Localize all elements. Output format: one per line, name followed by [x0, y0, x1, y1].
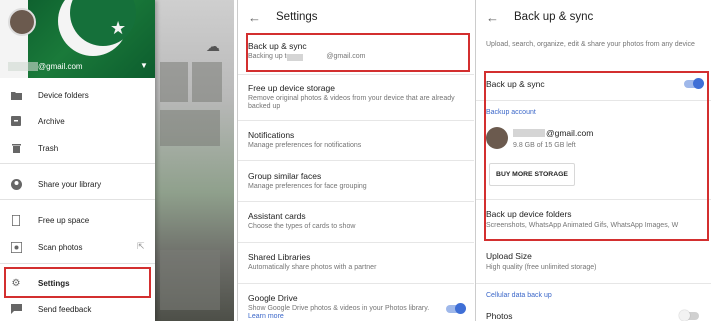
avatar[interactable] — [8, 8, 36, 36]
upload-size-value: High quality (free unlimited storage) — [486, 264, 597, 271]
divider — [0, 263, 155, 264]
phone-icon — [10, 214, 22, 226]
item-title: Google Drive — [248, 293, 298, 303]
settings-item-google-drive[interactable]: Google Drive Show Google Drive photos & … — [238, 293, 474, 321]
chevron-down-icon[interactable]: ▼ — [140, 61, 148, 70]
settings-item-free-storage[interactable]: Free up device storage Remove original p… — [238, 83, 474, 111]
item-title: Notifications — [248, 130, 295, 140]
photo-thumbnail[interactable] — [192, 62, 222, 102]
photo-thumbnail[interactable] — [160, 62, 188, 102]
back-arrow-icon[interactable]: ← — [248, 10, 262, 25]
nav-item-send-feedback[interactable]: Send feedback — [0, 298, 155, 320]
external-link-icon: ⇱ — [137, 241, 145, 251]
nav-item-label: Send feedback — [38, 304, 92, 314]
item-title: Shared Libraries — [248, 252, 311, 262]
nav-item-label: Share your library — [38, 179, 102, 189]
feedback-icon — [10, 303, 22, 315]
page-title: Settings — [276, 11, 318, 23]
google-drive-toggle[interactable] — [446, 303, 466, 314]
item-desc: Remove original photos & videos from you… — [248, 95, 455, 110]
settings-item-group-faces[interactable]: Group similar faces Manage preferences f… — [238, 171, 474, 191]
nav-item-device-folders[interactable]: Device folders — [0, 84, 155, 106]
item-desc: Show Google Drive photos & videos in you… — [248, 305, 430, 320]
item-desc: Choose the types of cards to show — [248, 223, 356, 230]
item-desc: Manage preferences for notifications — [248, 142, 362, 149]
nav-item-archive[interactable]: Archive — [0, 110, 155, 132]
nav-item-label: Free up space — [38, 215, 90, 225]
account-email[interactable]: @gmail.com — [38, 62, 83, 71]
settings-item-notifications[interactable]: Notifications Manage preferences for not… — [238, 130, 474, 150]
cloud-icon[interactable]: ☁ — [206, 38, 220, 55]
photo-thumbnail[interactable] — [160, 110, 220, 146]
item-desc: Manage preferences for face grouping — [248, 183, 367, 190]
share-library-icon — [10, 178, 22, 190]
redacted-email — [8, 62, 38, 71]
backup-sync-panel: ← Back up & sync Upload, search, organiz… — [475, 0, 711, 321]
backup-intro: Upload, search, organize, edit & share y… — [486, 41, 695, 48]
nav-item-scan-photos[interactable]: Scan photos — [0, 236, 155, 258]
folder-icon — [10, 89, 22, 101]
scan-icon — [10, 241, 22, 253]
upload-size-title[interactable]: Upload Size — [486, 251, 532, 261]
highlight-backup-settings — [484, 71, 709, 241]
back-arrow-icon[interactable]: ← — [486, 10, 500, 25]
nav-item-free-up-space[interactable]: Free up space — [0, 209, 155, 231]
settings-panel: ← Settings Back up & sync Backing up to @… — [237, 0, 474, 321]
item-title: Assistant cards — [248, 211, 306, 221]
archive-icon — [10, 115, 22, 127]
item-desc: Automatically share photos with a partne… — [248, 264, 377, 271]
account-header: ★ @gmail.com ▼ — [0, 0, 155, 78]
settings-item-shared-libraries[interactable]: Shared Libraries Automatically share pho… — [238, 252, 474, 272]
divider — [0, 199, 155, 200]
nav-item-label: Device folders — [38, 90, 89, 100]
backup-app-bar: ← Back up & sync — [476, 0, 711, 34]
learn-more-link[interactable]: Learn more — [248, 313, 284, 320]
item-title: Group similar faces — [248, 171, 322, 181]
highlight-backup-sync — [246, 33, 470, 72]
photos-cellular-toggle[interactable] — [679, 310, 699, 321]
nav-item-label: Archive — [38, 116, 65, 126]
settings-item-assistant-cards[interactable]: Assistant cards Choose the types of card… — [238, 211, 474, 231]
divider — [0, 163, 155, 164]
cellular-header: Cellular data back up — [486, 292, 552, 299]
page-title: Back up & sync — [514, 11, 594, 23]
photos-cellular-label: Photos — [486, 311, 513, 321]
photo-thumbnail[interactable] — [160, 250, 220, 310]
nav-item-label: Trash — [38, 143, 59, 153]
item-title: Free up device storage — [248, 83, 335, 93]
highlight-settings — [4, 267, 151, 298]
settings-app-bar: ← Settings — [238, 0, 474, 34]
photos-nav-panel: ☁ ★ @gmail.com ▼ Device folders Archive — [0, 0, 234, 321]
nav-item-share-library[interactable]: Share your library — [0, 173, 155, 195]
star-icon: ★ — [110, 18, 127, 38]
trash-icon — [10, 142, 22, 154]
nav-item-trash[interactable]: Trash — [0, 137, 155, 159]
nav-item-label: Scan photos — [38, 242, 83, 252]
